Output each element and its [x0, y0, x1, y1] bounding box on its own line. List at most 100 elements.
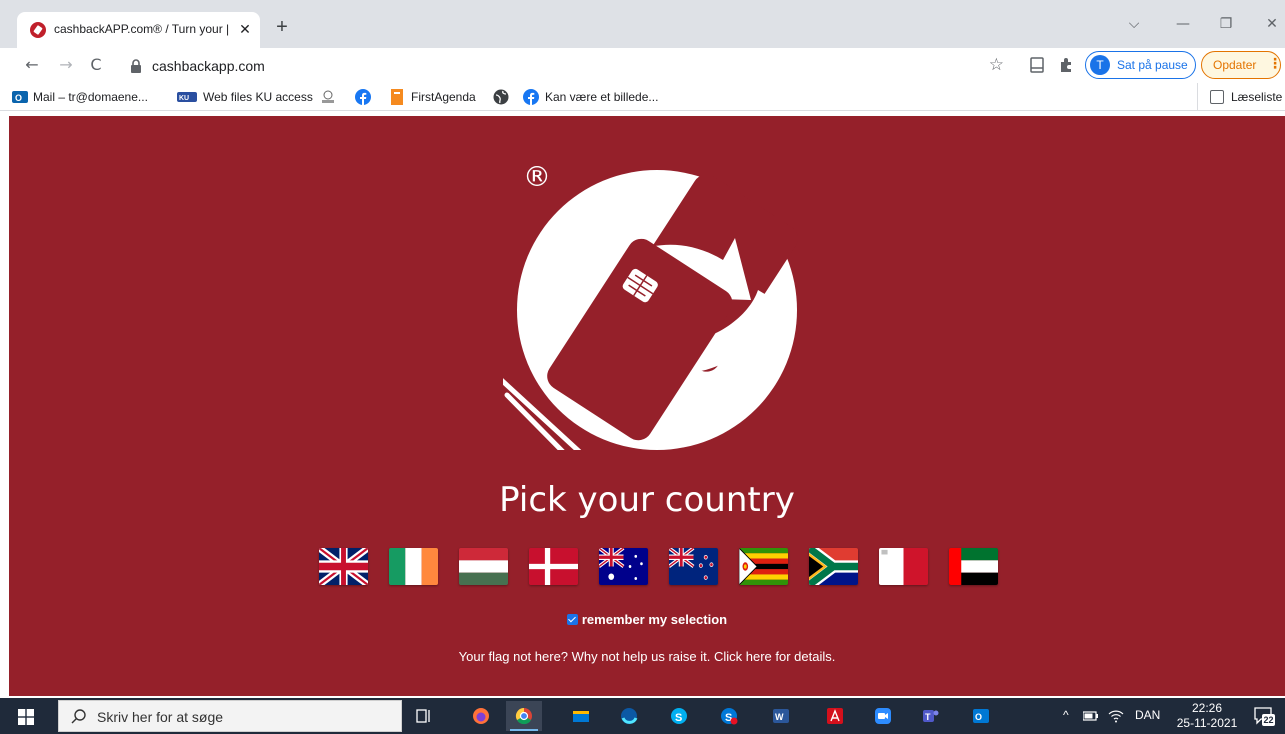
zoom-icon — [875, 708, 891, 724]
outlook-app[interactable]: O — [963, 701, 999, 731]
cashbackapp-logo: ® — [503, 160, 798, 450]
outlook-icon: O — [12, 91, 28, 103]
mobile-icon[interactable] — [320, 89, 336, 105]
windows-start-icon[interactable] — [18, 709, 34, 725]
globe-icon[interactable] — [493, 89, 509, 105]
bookmark-web-files-ku[interactable]: Web files KU access — [203, 88, 313, 106]
flag-ireland[interactable] — [389, 548, 438, 585]
tab-cashbackapp[interactable]: cashbackAPP.com® / Turn your | ✕ — [17, 12, 260, 48]
word-icon: W — [773, 709, 789, 723]
svg-text:KU: KU — [179, 95, 189, 102]
bookmarks-bar: O Mail – tr@domaene... KU Web files KU a… — [0, 83, 1285, 111]
page-content: ® Pick your country remember my selectio… — [9, 116, 1285, 696]
svg-text:W: W — [775, 712, 784, 722]
minimize-button[interactable]: — — [1171, 12, 1195, 36]
remember-selection[interactable]: remember my selection — [9, 612, 1285, 627]
file-explorer-app[interactable] — [563, 701, 599, 731]
svg-text:O: O — [975, 712, 982, 722]
chrome-app[interactable] — [506, 701, 542, 731]
flag-south-africa[interactable] — [809, 548, 858, 585]
teams-app[interactable]: T — [913, 701, 949, 731]
update-button[interactable]: Opdater ⋮ — [1201, 51, 1282, 79]
bookmark-facebook-post[interactable]: Kan være et billede... — [545, 88, 658, 106]
edge-icon — [621, 708, 638, 724]
missing-flag-link[interactable]: Your flag not here? Why not help us rais… — [9, 649, 1285, 664]
firefox-app[interactable] — [463, 701, 499, 731]
tab-title: cashbackAPP.com® / Turn your | — [54, 22, 229, 36]
chrome-icon — [515, 707, 532, 725]
svg-text:S: S — [675, 712, 682, 724]
edge-app[interactable] — [611, 701, 647, 731]
flag-malta[interactable] — [879, 548, 928, 585]
notification-center-button[interactable]: 22 — [1253, 705, 1275, 727]
back-button[interactable]: ← — [20, 53, 44, 77]
reading-list-label: Læseliste — [1231, 90, 1283, 104]
folder-icon — [573, 711, 589, 722]
battery-icon[interactable] — [1083, 710, 1099, 722]
avatar: T — [1090, 55, 1110, 75]
skype-for-business-app[interactable]: S — [711, 701, 747, 731]
flag-new-zealand[interactable] — [669, 548, 718, 585]
acrobat-icon — [827, 708, 843, 724]
extensions-icon[interactable] — [1057, 55, 1077, 75]
language-indicator[interactable]: DAN — [1135, 708, 1160, 722]
url-text: cashbackapp.com — [152, 58, 265, 74]
registered-mark: ® — [523, 160, 551, 193]
bookmark-star-icon[interactable]: ☆ — [989, 55, 1004, 75]
zoom-app[interactable] — [865, 701, 901, 731]
menu-dots-icon: ⋮ — [1268, 55, 1282, 71]
flag-hungary[interactable] — [459, 548, 508, 585]
cashbackapp-favicon-icon — [30, 22, 46, 38]
lock-icon[interactable] — [130, 59, 142, 73]
taskbar-search-box[interactable]: Skriv her for at søge — [58, 700, 402, 732]
flag-zimbabwe[interactable] — [739, 548, 788, 585]
remember-label[interactable]: remember my selection — [582, 612, 727, 627]
flag-united-kingdom[interactable] — [319, 548, 368, 585]
wifi-icon[interactable] — [1108, 709, 1124, 723]
tray-overflow-icon[interactable]: ^ — [1063, 708, 1069, 722]
skype-icon: S — [671, 708, 687, 724]
flag-united-arab-emirates[interactable] — [949, 548, 998, 585]
tab-search-icon[interactable]: ⌵ — [1122, 12, 1146, 36]
tab-close-icon[interactable]: ✕ — [236, 21, 254, 39]
close-window-button[interactable]: ✕ — [1260, 12, 1284, 36]
country-flags — [316, 548, 1006, 588]
flag-denmark[interactable] — [529, 548, 578, 585]
reading-list-icon — [1210, 90, 1224, 104]
outlook-icon: O — [973, 709, 989, 723]
flag-australia[interactable] — [599, 548, 648, 585]
svg-text:O: O — [15, 93, 22, 103]
address-bar[interactable]: cashbackapp.com ☆ — [120, 52, 1010, 80]
bookmark-mail[interactable]: Mail – tr@domaene... — [33, 88, 148, 106]
clock[interactable]: 22:26 25-11-2021 — [1172, 701, 1242, 731]
profile-status-label: Sat på pause — [1117, 58, 1188, 72]
profile-button[interactable]: T Sat på pause — [1085, 51, 1196, 79]
windows-taskbar: Skriv her for at søge S S W T O ^ DAN 22… — [0, 698, 1285, 734]
firefox-icon — [473, 708, 489, 724]
page-headline: Pick your country — [499, 480, 795, 520]
reading-list-button[interactable]: Læseliste — [1197, 83, 1285, 111]
remember-checkbox[interactable] — [566, 614, 578, 625]
facebook-icon[interactable] — [355, 89, 371, 105]
search-placeholder: Skriv her for at søge — [97, 709, 224, 725]
task-view-button[interactable] — [406, 701, 442, 731]
new-tab-button[interactable]: + — [270, 16, 294, 40]
forward-button[interactable]: → — [54, 53, 78, 77]
ku-icon: KU — [177, 92, 197, 102]
clock-time: 22:26 — [1191, 701, 1223, 715]
reading-mode-icon[interactable] — [1027, 55, 1047, 75]
reload-button[interactable]: C — [84, 53, 108, 77]
notification-count: 22 — [1263, 715, 1274, 725]
acrobat-app[interactable] — [817, 701, 853, 731]
svg-text:T: T — [925, 712, 931, 722]
skype-app[interactable]: S — [661, 701, 697, 731]
teams-icon: T — [923, 710, 939, 722]
word-app[interactable]: W — [763, 701, 799, 731]
restore-button[interactable]: ❐ — [1214, 12, 1238, 36]
search-icon — [71, 709, 86, 724]
browser-toolbar: ← → C cashbackapp.com ☆ T Sat på pause O… — [0, 48, 1285, 83]
clock-date: 25-11-2021 — [1176, 716, 1238, 730]
bookmark-firstagenda[interactable]: FirstAgenda — [411, 88, 476, 106]
update-label: Opdater — [1213, 58, 1257, 72]
tab-strip: cashbackAPP.com® / Turn your | ✕ + ⌵ — ❐… — [0, 0, 1285, 48]
